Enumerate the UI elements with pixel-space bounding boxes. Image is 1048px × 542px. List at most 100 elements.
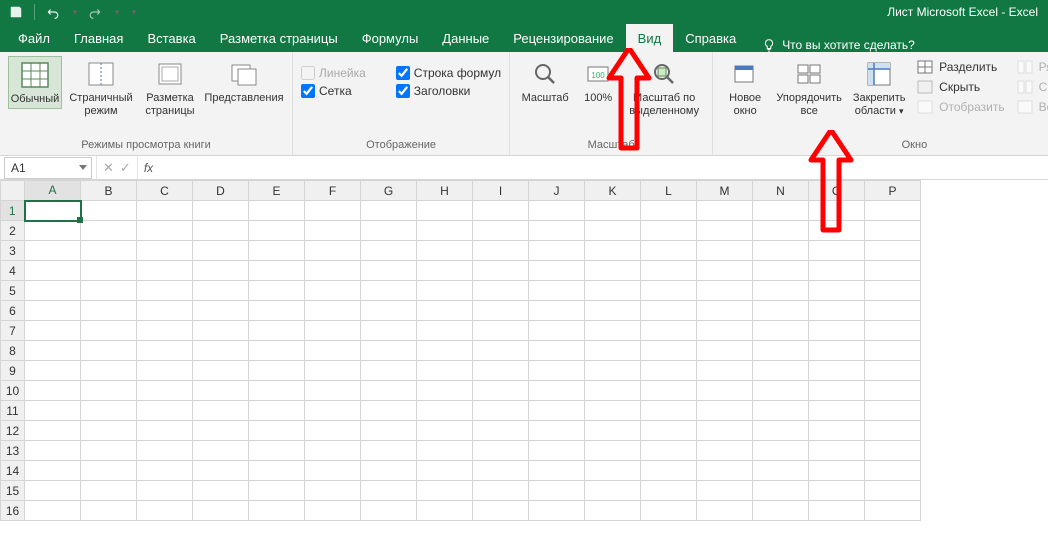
cell[interactable]	[753, 501, 809, 521]
cell[interactable]	[305, 301, 361, 321]
cell[interactable]	[417, 401, 473, 421]
cell[interactable]	[305, 441, 361, 461]
tab-home[interactable]: Главная	[62, 24, 135, 52]
cell[interactable]	[137, 501, 193, 521]
cell[interactable]	[865, 381, 921, 401]
cell[interactable]	[585, 341, 641, 361]
cell[interactable]	[417, 381, 473, 401]
cell[interactable]	[865, 261, 921, 281]
cell[interactable]	[809, 241, 865, 261]
cell[interactable]	[417, 241, 473, 261]
cell[interactable]	[25, 341, 81, 361]
cell[interactable]	[305, 421, 361, 441]
cell[interactable]	[305, 241, 361, 261]
cell[interactable]	[641, 261, 697, 281]
row-header[interactable]: 5	[1, 281, 25, 301]
row-header[interactable]: 3	[1, 241, 25, 261]
split-button[interactable]: Разделить	[913, 58, 1008, 76]
row-header[interactable]: 11	[1, 401, 25, 421]
arrange-all-button[interactable]: Упорядочитьвсе	[773, 56, 845, 120]
column-header[interactable]: J	[529, 181, 585, 201]
cell[interactable]	[585, 461, 641, 481]
cell[interactable]	[753, 341, 809, 361]
cell[interactable]	[249, 221, 305, 241]
cell[interactable]	[473, 501, 529, 521]
cell[interactable]	[361, 341, 417, 361]
cell[interactable]	[81, 281, 137, 301]
cell[interactable]	[137, 261, 193, 281]
column-header[interactable]: D	[193, 181, 249, 201]
cell[interactable]	[641, 321, 697, 341]
cell[interactable]	[529, 201, 585, 221]
cell[interactable]	[697, 201, 753, 221]
cell[interactable]	[193, 461, 249, 481]
tab-review[interactable]: Рецензирование	[501, 24, 625, 52]
cell[interactable]	[25, 501, 81, 521]
cell[interactable]	[361, 221, 417, 241]
cell[interactable]	[417, 201, 473, 221]
cell[interactable]	[249, 341, 305, 361]
tab-formulas[interactable]: Формулы	[350, 24, 431, 52]
cell[interactable]	[137, 421, 193, 441]
cell[interactable]	[753, 441, 809, 461]
cell[interactable]	[809, 501, 865, 521]
cell[interactable]	[585, 321, 641, 341]
new-window-button[interactable]: Новоеокно	[721, 56, 769, 120]
cell[interactable]	[585, 201, 641, 221]
cell[interactable]	[25, 221, 81, 241]
column-header[interactable]: I	[473, 181, 529, 201]
cell[interactable]	[865, 481, 921, 501]
cell[interactable]	[249, 381, 305, 401]
cell[interactable]	[249, 441, 305, 461]
cell[interactable]	[305, 361, 361, 381]
cell[interactable]	[641, 341, 697, 361]
cell[interactable]	[473, 481, 529, 501]
cell[interactable]	[417, 281, 473, 301]
cell[interactable]	[697, 381, 753, 401]
column-header[interactable]: P	[865, 181, 921, 201]
cell[interactable]	[81, 241, 137, 261]
cell[interactable]	[809, 201, 865, 221]
cell[interactable]	[81, 361, 137, 381]
cell[interactable]	[473, 301, 529, 321]
cell[interactable]	[585, 381, 641, 401]
row-header[interactable]: 2	[1, 221, 25, 241]
cell[interactable]	[865, 421, 921, 441]
cell[interactable]	[809, 261, 865, 281]
cell[interactable]	[361, 501, 417, 521]
headings-checkbox[interactable]: Заголовки	[396, 84, 501, 98]
undo-icon[interactable]	[43, 2, 63, 22]
cell[interactable]	[809, 381, 865, 401]
cell[interactable]	[417, 481, 473, 501]
cell[interactable]	[585, 221, 641, 241]
cell[interactable]	[193, 501, 249, 521]
save-icon[interactable]	[6, 2, 26, 22]
cell[interactable]	[305, 201, 361, 221]
cell[interactable]	[193, 261, 249, 281]
cell[interactable]	[193, 441, 249, 461]
cell[interactable]	[473, 261, 529, 281]
cell[interactable]	[753, 421, 809, 441]
cell[interactable]	[697, 481, 753, 501]
cell[interactable]	[809, 461, 865, 481]
cell[interactable]	[641, 201, 697, 221]
cell[interactable]	[193, 361, 249, 381]
cell[interactable]	[809, 481, 865, 501]
cell[interactable]	[417, 441, 473, 461]
cell[interactable]	[137, 241, 193, 261]
cell[interactable]	[137, 481, 193, 501]
cell[interactable]	[25, 401, 81, 421]
cell[interactable]	[25, 261, 81, 281]
cell[interactable]	[193, 381, 249, 401]
cell[interactable]	[417, 461, 473, 481]
undo-dropdown-icon[interactable]	[69, 2, 79, 22]
cell[interactable]	[697, 401, 753, 421]
cell[interactable]	[529, 361, 585, 381]
cell[interactable]	[81, 501, 137, 521]
cell[interactable]	[585, 421, 641, 441]
cell[interactable]	[585, 361, 641, 381]
cell[interactable]	[473, 361, 529, 381]
column-header[interactable]: M	[697, 181, 753, 201]
cell[interactable]	[473, 401, 529, 421]
cell[interactable]	[137, 401, 193, 421]
